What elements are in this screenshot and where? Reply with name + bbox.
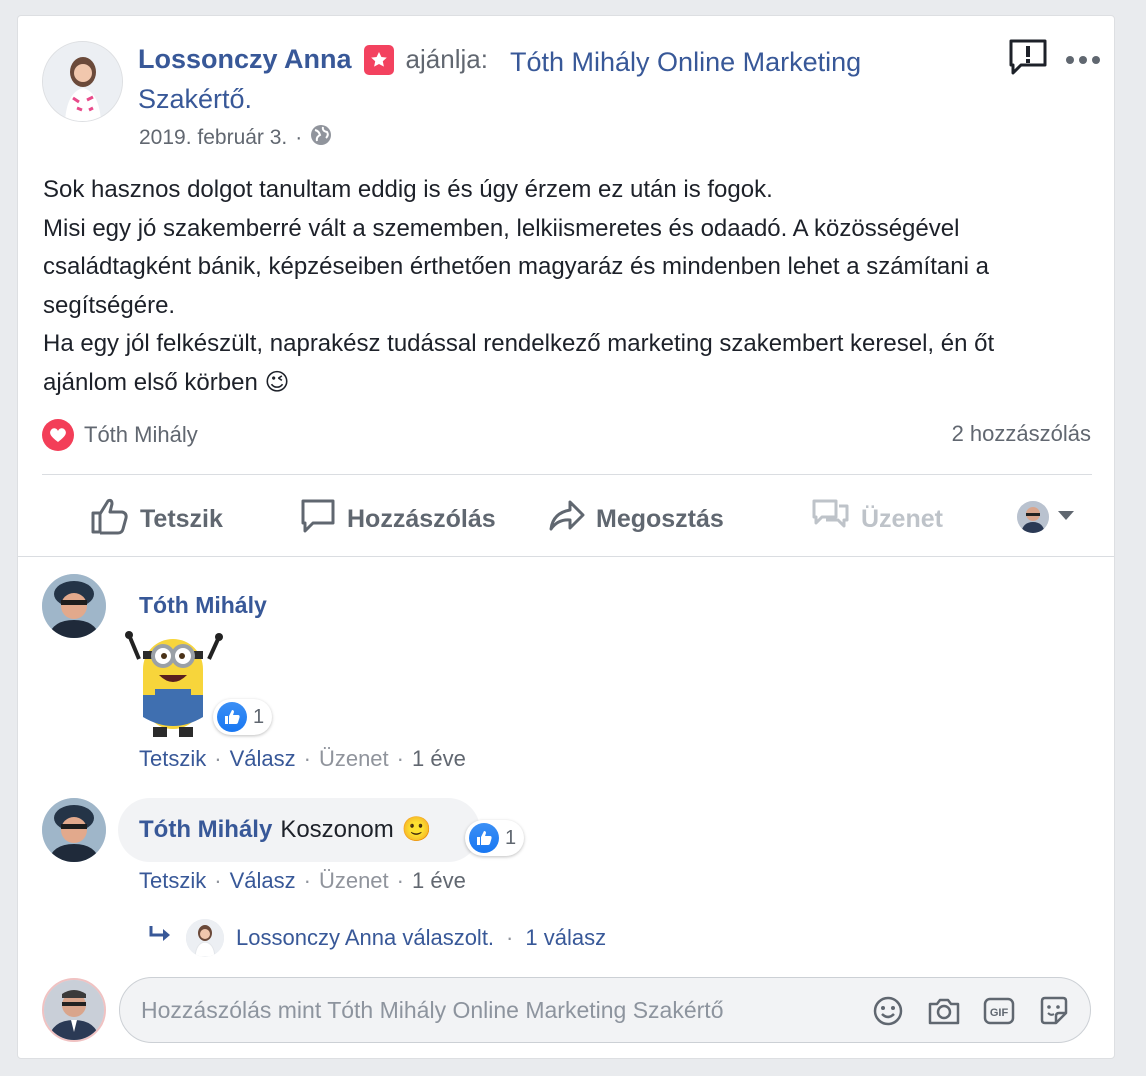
comment-avatar[interactable]	[42, 798, 106, 862]
comment-author-link[interactable]: Tóth Mihály	[139, 592, 267, 619]
replies-count: 1 válasz	[525, 925, 607, 950]
comment-reply-link[interactable]: Válasz	[230, 868, 296, 894]
thumbs-up-icon	[90, 497, 130, 542]
comment-message-link[interactable]: Üzenet	[319, 746, 389, 772]
replies-text: Lossonczy Anna válaszolt.	[236, 925, 495, 950]
svg-text:GIF: GIF	[990, 1007, 1009, 1019]
more-options-icon[interactable]	[1065, 52, 1101, 70]
post-body-text: Sok hasznos dolgot tanultam eddig is és …	[43, 176, 995, 396]
heart-reaction-icon	[42, 419, 74, 451]
comment-meta: Tetszik · Válasz · Üzenet · 1 éve	[139, 868, 466, 894]
message-label: Üzenet	[861, 505, 943, 533]
gif-icon[interactable]: GIF	[983, 995, 1015, 1032]
meta-separator: ·	[396, 746, 404, 771]
chevron-down-icon	[1057, 508, 1075, 526]
comment-avatar[interactable]	[42, 574, 106, 638]
comment-reply-link[interactable]: Válasz	[230, 746, 296, 772]
comment-text: Koszonom	[280, 815, 394, 843]
comment-bubble-icon	[299, 497, 337, 542]
reaction-names: Tóth Mihály	[84, 422, 198, 447]
replies-summary[interactable]: Lossonczy Anna válaszolt. · 1 válasz	[148, 919, 606, 957]
reply-arrow-icon	[148, 924, 174, 952]
message-button[interactable]: Üzenet	[811, 497, 943, 542]
sticker-icon[interactable]	[1038, 995, 1070, 1032]
comment-input[interactable]: Hozzászólás mint Tóth Mihály Online Mark…	[119, 977, 1091, 1043]
comment-message-link[interactable]: Üzenet	[319, 868, 389, 894]
author-avatar[interactable]	[42, 41, 123, 122]
wink-emoji: 😉	[264, 368, 290, 396]
like-button[interactable]: Tetszik	[90, 497, 223, 542]
page-name-link[interactable]: Tóth Mihály Online Marketing Szakértő.	[138, 44, 898, 118]
comments-divider	[18, 556, 1114, 557]
like-label: Tetszik	[140, 505, 223, 533]
like-reaction-icon	[217, 702, 247, 732]
post-as-selector[interactable]	[1017, 501, 1075, 533]
comment-reaction-badge[interactable]: 1	[213, 699, 273, 735]
minion-sticker	[125, 629, 223, 744]
comment-like-link[interactable]: Tetszik	[139, 868, 206, 894]
share-button[interactable]: Megosztás	[548, 497, 724, 542]
camera-icon[interactable]	[927, 995, 961, 1032]
post-date-text[interactable]: 2019. február 3.	[139, 126, 287, 150]
selector-avatar	[1017, 501, 1049, 533]
share-arrow-icon	[548, 497, 586, 542]
reactions-summary[interactable]: Tóth Mihály	[42, 419, 198, 451]
emoji-icon[interactable]	[872, 995, 904, 1032]
meta-separator: ·	[303, 868, 311, 893]
composer-avatar[interactable]	[42, 978, 106, 1042]
comment-time[interactable]: 1 éve	[412, 746, 466, 772]
post-date: 2019. február 3. ·	[139, 124, 332, 152]
meta-separator: ·	[303, 746, 311, 771]
reply-avatar	[186, 919, 224, 957]
date-separator: ·	[295, 126, 303, 149]
globe-icon	[310, 124, 332, 152]
comment-time[interactable]: 1 éve	[412, 868, 466, 894]
comment-like-link[interactable]: Tetszik	[139, 746, 206, 772]
share-label: Megosztás	[596, 505, 724, 533]
comment-author-link[interactable]: Tóth Mihály	[139, 816, 272, 844]
comment-label: Hozzászólás	[347, 505, 496, 533]
meta-separator: ·	[396, 868, 404, 893]
smile-emoji: 🙂	[401, 816, 432, 843]
divider	[42, 474, 1092, 475]
post-body: Sok hasznos dolgot tanultam eddig is és …	[43, 171, 1043, 402]
reaction-count: 1	[253, 705, 265, 728]
replies-separator: ·	[506, 925, 514, 950]
report-icon[interactable]	[1008, 38, 1048, 81]
comment-reaction-badge[interactable]: 1	[465, 820, 525, 856]
comment-input-placeholder: Hozzászólás mint Tóth Mihály Online Mark…	[141, 997, 724, 1023]
reaction-count: 1	[505, 826, 517, 849]
meta-separator: ·	[214, 868, 222, 893]
comment-button[interactable]: Hozzászólás	[299, 497, 496, 542]
comment-content: Tóth Mihály Koszonom 🙂	[139, 815, 432, 844]
comments-count-link[interactable]: 2 hozzászólás	[952, 421, 1091, 447]
messages-icon	[811, 497, 851, 542]
post-card: Lossonczy Anna ajánlja: Tóth Mihály Onli…	[17, 15, 1115, 1059]
comment-meta: Tetszik · Válasz · Üzenet · 1 éve	[139, 746, 466, 772]
like-reaction-icon	[469, 823, 499, 853]
meta-separator: ·	[214, 746, 222, 771]
